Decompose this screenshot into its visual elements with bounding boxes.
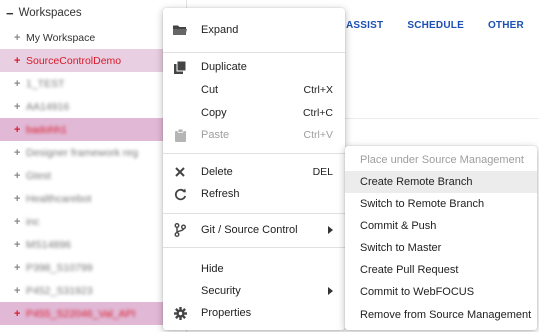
tree-item-label: AA14916 xyxy=(26,100,70,113)
tree-item[interactable]: + 1_TEST xyxy=(0,72,186,95)
menu-item-label: Expand xyxy=(201,24,239,36)
menu-separator xyxy=(163,247,345,248)
tree-item-label: Designer framework reg xyxy=(26,146,139,159)
submenu-item-commit-to-webfocus[interactable]: Commit to WebFOCUS xyxy=(345,281,537,303)
tree-item[interactable]: + AA14916 xyxy=(0,95,186,118)
close-icon xyxy=(173,165,187,179)
submenu-item-create-remote-branch[interactable]: Create Remote Branch xyxy=(345,171,537,193)
menu-item-label: Copy xyxy=(201,107,227,119)
menu-item-label: Paste xyxy=(201,129,230,141)
copy-shortcut: Ctrl+C xyxy=(302,107,333,119)
menu-item-cut[interactable]: Cut Ctrl+X xyxy=(163,79,345,101)
submenu-item-remove-from-source-management[interactable]: Remove from Source Management xyxy=(345,304,537,326)
tree-item-label: MS14896 xyxy=(26,238,71,251)
clipboard-icon xyxy=(173,128,187,142)
ribbon-tabs: ASSIST SCHEDULE OTHER xyxy=(336,14,534,40)
menu-item-label: Duplicate xyxy=(201,61,247,73)
expand-plus-icon[interactable]: + xyxy=(14,101,26,113)
expand-plus-icon[interactable]: + xyxy=(14,193,26,205)
expand-plus-icon[interactable]: + xyxy=(14,124,26,136)
tree-item-label: 1_TEST xyxy=(26,77,65,90)
submenu-item-place-under-source-management[interactable]: Place under Source Management xyxy=(345,149,537,171)
expand-plus-icon[interactable]: + xyxy=(14,55,26,67)
tree-item-label: badohh1 xyxy=(26,123,67,136)
expand-plus-icon[interactable]: + xyxy=(14,308,26,320)
git-submenu: Place under Source Management Create Rem… xyxy=(345,146,537,330)
tree-item-label: inc xyxy=(26,215,40,228)
menu-separator xyxy=(163,52,345,53)
expand-plus-icon[interactable]: + xyxy=(14,170,26,182)
expand-plus-icon[interactable]: + xyxy=(14,285,26,297)
tree-item-label: Gtest xyxy=(26,169,52,182)
submenu-item-commit-and-push[interactable]: Commit & Push xyxy=(345,215,537,237)
tree-item[interactable]: + P452_S31923 xyxy=(0,279,186,302)
menu-item-expand[interactable]: Expand xyxy=(163,19,345,41)
delete-shortcut: DEL xyxy=(312,166,333,178)
expand-plus-icon[interactable]: + xyxy=(14,147,26,159)
git-branch-icon xyxy=(173,223,187,237)
menu-item-copy[interactable]: Copy Ctrl+C xyxy=(163,102,345,124)
menu-item-label: Security xyxy=(201,285,241,297)
tree-item[interactable]: + Healthcarebot xyxy=(0,187,186,210)
tree-item-label: P398_S10799 xyxy=(26,261,93,274)
folder-icon xyxy=(173,23,187,37)
cut-shortcut: Ctrl+X xyxy=(303,84,333,96)
menu-item-label: Delete xyxy=(201,166,233,178)
menu-item-label: Hide xyxy=(201,263,224,275)
tree-item-label: SourceControlDemo xyxy=(26,54,122,67)
tree-item-label: P452_S31923 xyxy=(26,284,93,297)
menu-separator xyxy=(163,153,345,154)
tree-item-sourcecontroldemo[interactable]: + SourceControlDemo xyxy=(0,49,186,72)
workspace-tree: − Workspaces + My Workspace + SourceCont… xyxy=(0,0,187,332)
expand-plus-icon[interactable]: + xyxy=(14,32,26,44)
submenu-arrow-icon xyxy=(328,287,333,295)
tree-item[interactable]: + badohh1 xyxy=(0,118,186,141)
tree-item[interactable]: + P455_S22046_Val_API xyxy=(0,302,186,325)
tab-schedule[interactable]: SCHEDULE xyxy=(397,14,474,40)
menu-item-refresh[interactable]: Refresh xyxy=(163,183,345,205)
tree-item-label: My Workspace xyxy=(26,31,96,44)
tree-root-label: Workspaces xyxy=(18,7,82,19)
tree-item[interactable]: + Designer framework reg xyxy=(0,141,186,164)
menu-item-label: Refresh xyxy=(201,188,240,200)
menu-separator xyxy=(163,213,345,214)
expand-plus-icon[interactable]: + xyxy=(14,262,26,274)
menu-item-delete[interactable]: Delete DEL xyxy=(163,161,345,183)
expand-plus-icon[interactable]: + xyxy=(14,239,26,251)
paste-shortcut: Ctrl+V xyxy=(303,129,333,141)
submenu-item-switch-to-remote-branch[interactable]: Switch to Remote Branch xyxy=(345,193,537,215)
menu-item-label: Properties xyxy=(201,307,252,319)
menu-item-label: Git / Source Control xyxy=(201,224,298,236)
tree-item-label: P455_S22046_Val_API xyxy=(26,307,136,320)
expand-plus-icon[interactable]: + xyxy=(14,216,26,228)
expand-plus-icon[interactable]: + xyxy=(14,78,26,90)
menu-item-label: Cut xyxy=(201,84,219,96)
tree-item-label: Healthcarebot xyxy=(26,192,92,205)
tree-item-my-workspace[interactable]: + My Workspace xyxy=(0,26,186,49)
gear-icon xyxy=(173,306,187,320)
menu-item-security[interactable]: Security xyxy=(163,280,345,302)
menu-item-paste[interactable]: Paste Ctrl+V xyxy=(163,124,345,146)
tree-item[interactable]: + inc xyxy=(0,210,186,233)
menu-item-git-source-control[interactable]: Git / Source Control xyxy=(163,219,345,241)
tree-item[interactable]: + Gtest xyxy=(0,164,186,187)
tree-item[interactable]: + MS14896 xyxy=(0,233,186,256)
tab-other[interactable]: OTHER xyxy=(478,14,534,40)
menu-item-properties[interactable]: Properties xyxy=(163,302,345,324)
menu-item-hide[interactable]: Hide xyxy=(163,258,345,280)
duplicate-icon xyxy=(173,60,187,74)
menu-item-duplicate[interactable]: Duplicate xyxy=(163,56,345,78)
refresh-icon xyxy=(173,187,187,201)
tree-item[interactable]: + P398_S10799 xyxy=(0,256,186,279)
tree-root-workspaces[interactable]: − Workspaces xyxy=(0,0,186,26)
submenu-item-switch-to-master[interactable]: Switch to Master xyxy=(345,237,537,259)
submenu-item-create-pull-request[interactable]: Create Pull Request xyxy=(345,259,537,281)
submenu-arrow-icon xyxy=(328,226,333,234)
context-menu: Expand Duplicate Cut Ctrl+X Copy Ctrl+C … xyxy=(163,8,345,330)
collapse-icon[interactable]: − xyxy=(6,6,14,21)
